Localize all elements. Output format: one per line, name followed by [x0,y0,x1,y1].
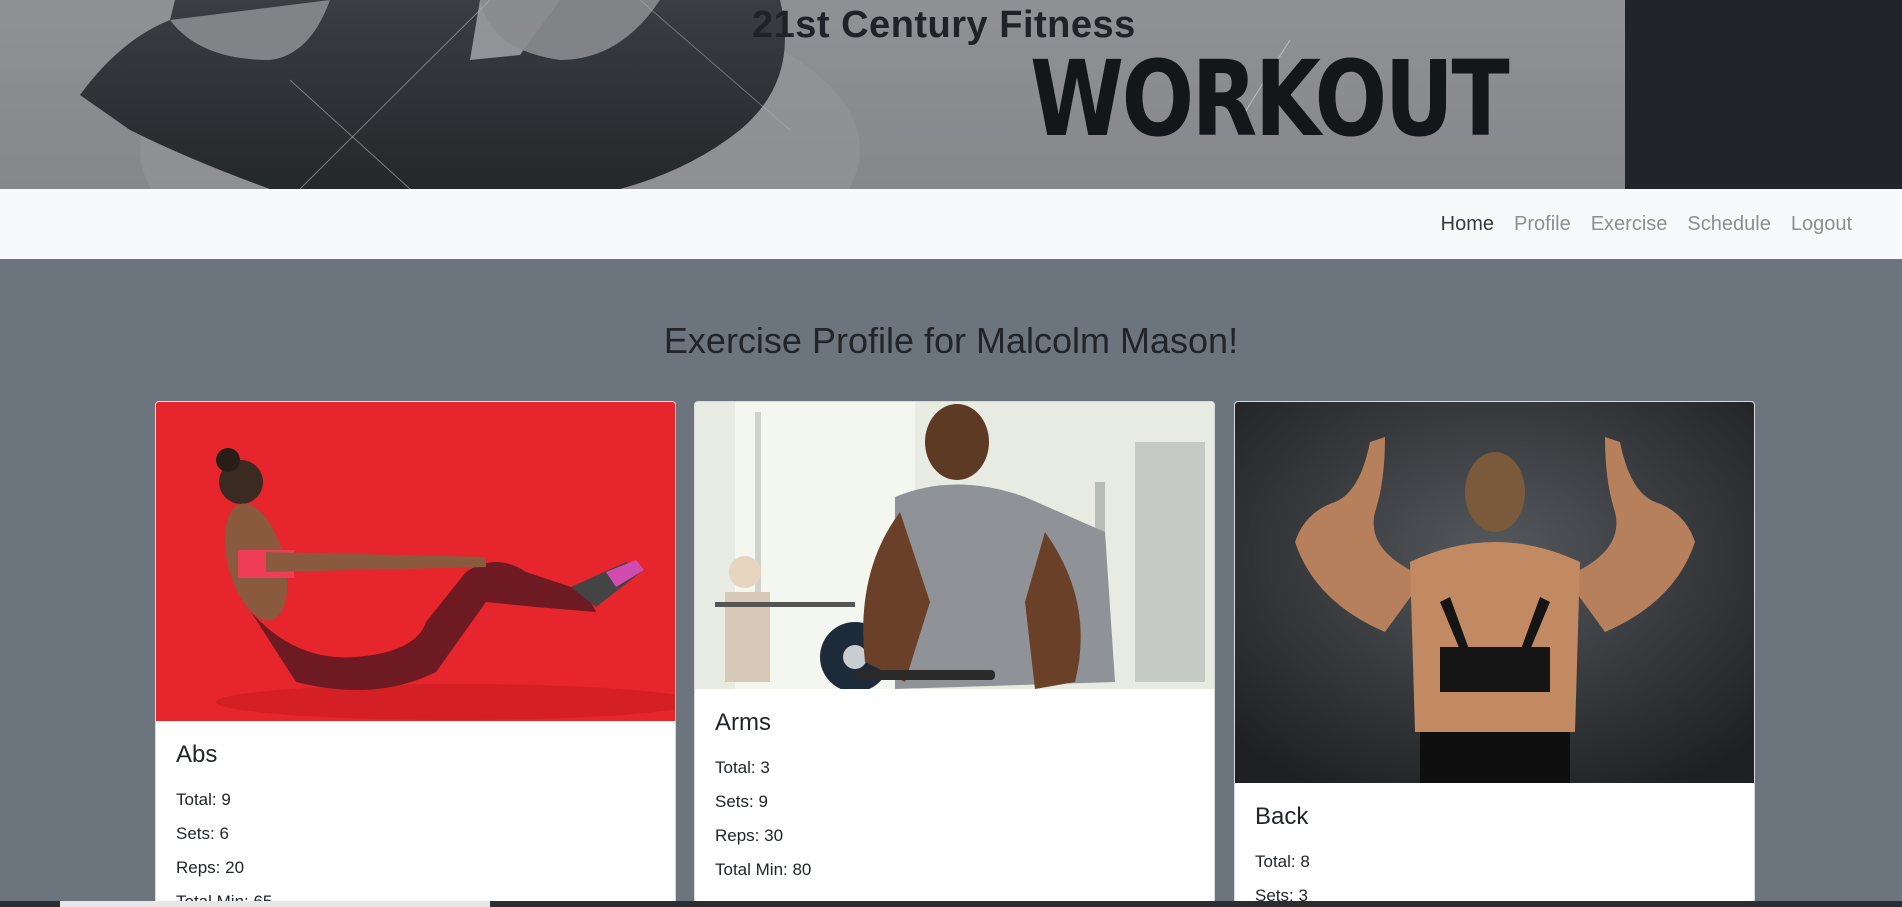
arms-exercise-image [695,402,1214,689]
card-sets: Sets: 6 [176,824,229,843]
card-total: Total: 8 [1255,852,1310,871]
card-reps: Reps: 30 [715,826,784,845]
arms-card-body: Arms Total: 3 Sets: 9 Reps: 30 Total Min… [695,689,1214,907]
banner-title: WORKOUT [1030,38,1510,160]
banner-image: 21st Century Fitness WORKOUT [0,0,1625,189]
card-total: Total: 3 [715,758,770,777]
nav-menu: Home Profile Exercise Schedule Logout [1421,189,1852,259]
card-title: Arms [715,709,771,736]
top-navbar: Home Profile Exercise Schedule Logout [0,189,1902,259]
abs-photo [156,402,675,721]
card-title: Abs [176,741,218,768]
card-reps: Reps: 20 [176,858,245,877]
page-title: Exercise Profile for Malcolm Mason! [663,320,1239,361]
card-minutes: Total Min: 80 [715,860,812,879]
back-exercise-image [1235,402,1754,783]
bottom-bar-highlight [60,901,490,907]
card-title: Back [1255,803,1309,830]
abs-card-body: Abs Total: 9 Sets: 6 Reps: 20 Total Min:… [156,721,675,907]
card-sets: Sets: 9 [715,792,768,811]
nav-home[interactable]: Home [1441,213,1494,236]
back-photo [1235,402,1754,783]
nav-exercise[interactable]: Exercise [1591,213,1668,236]
banner-dark-panel [1625,0,1902,189]
nav-profile[interactable]: Profile [1514,213,1571,236]
header-banner: 21st Century Fitness WORKOUT [0,0,1902,189]
exercise-card-arms[interactable]: Arms Total: 3 Sets: 9 Reps: 30 Total Min… [694,401,1215,907]
nav-schedule[interactable]: Schedule [1687,213,1770,236]
arms-photo [695,402,1214,689]
card-total: Total: 9 [176,790,231,809]
exercise-card-back[interactable]: Back Total: 8 Sets: 3 [1234,401,1755,907]
exercise-card-abs[interactable]: Abs Total: 9 Sets: 6 Reps: 20 Total Min:… [155,401,676,907]
nav-logout[interactable]: Logout [1791,213,1852,236]
abs-exercise-image [156,402,675,721]
back-card-body: Back Total: 8 Sets: 3 [1235,783,1754,907]
bottom-bar [0,901,1902,907]
